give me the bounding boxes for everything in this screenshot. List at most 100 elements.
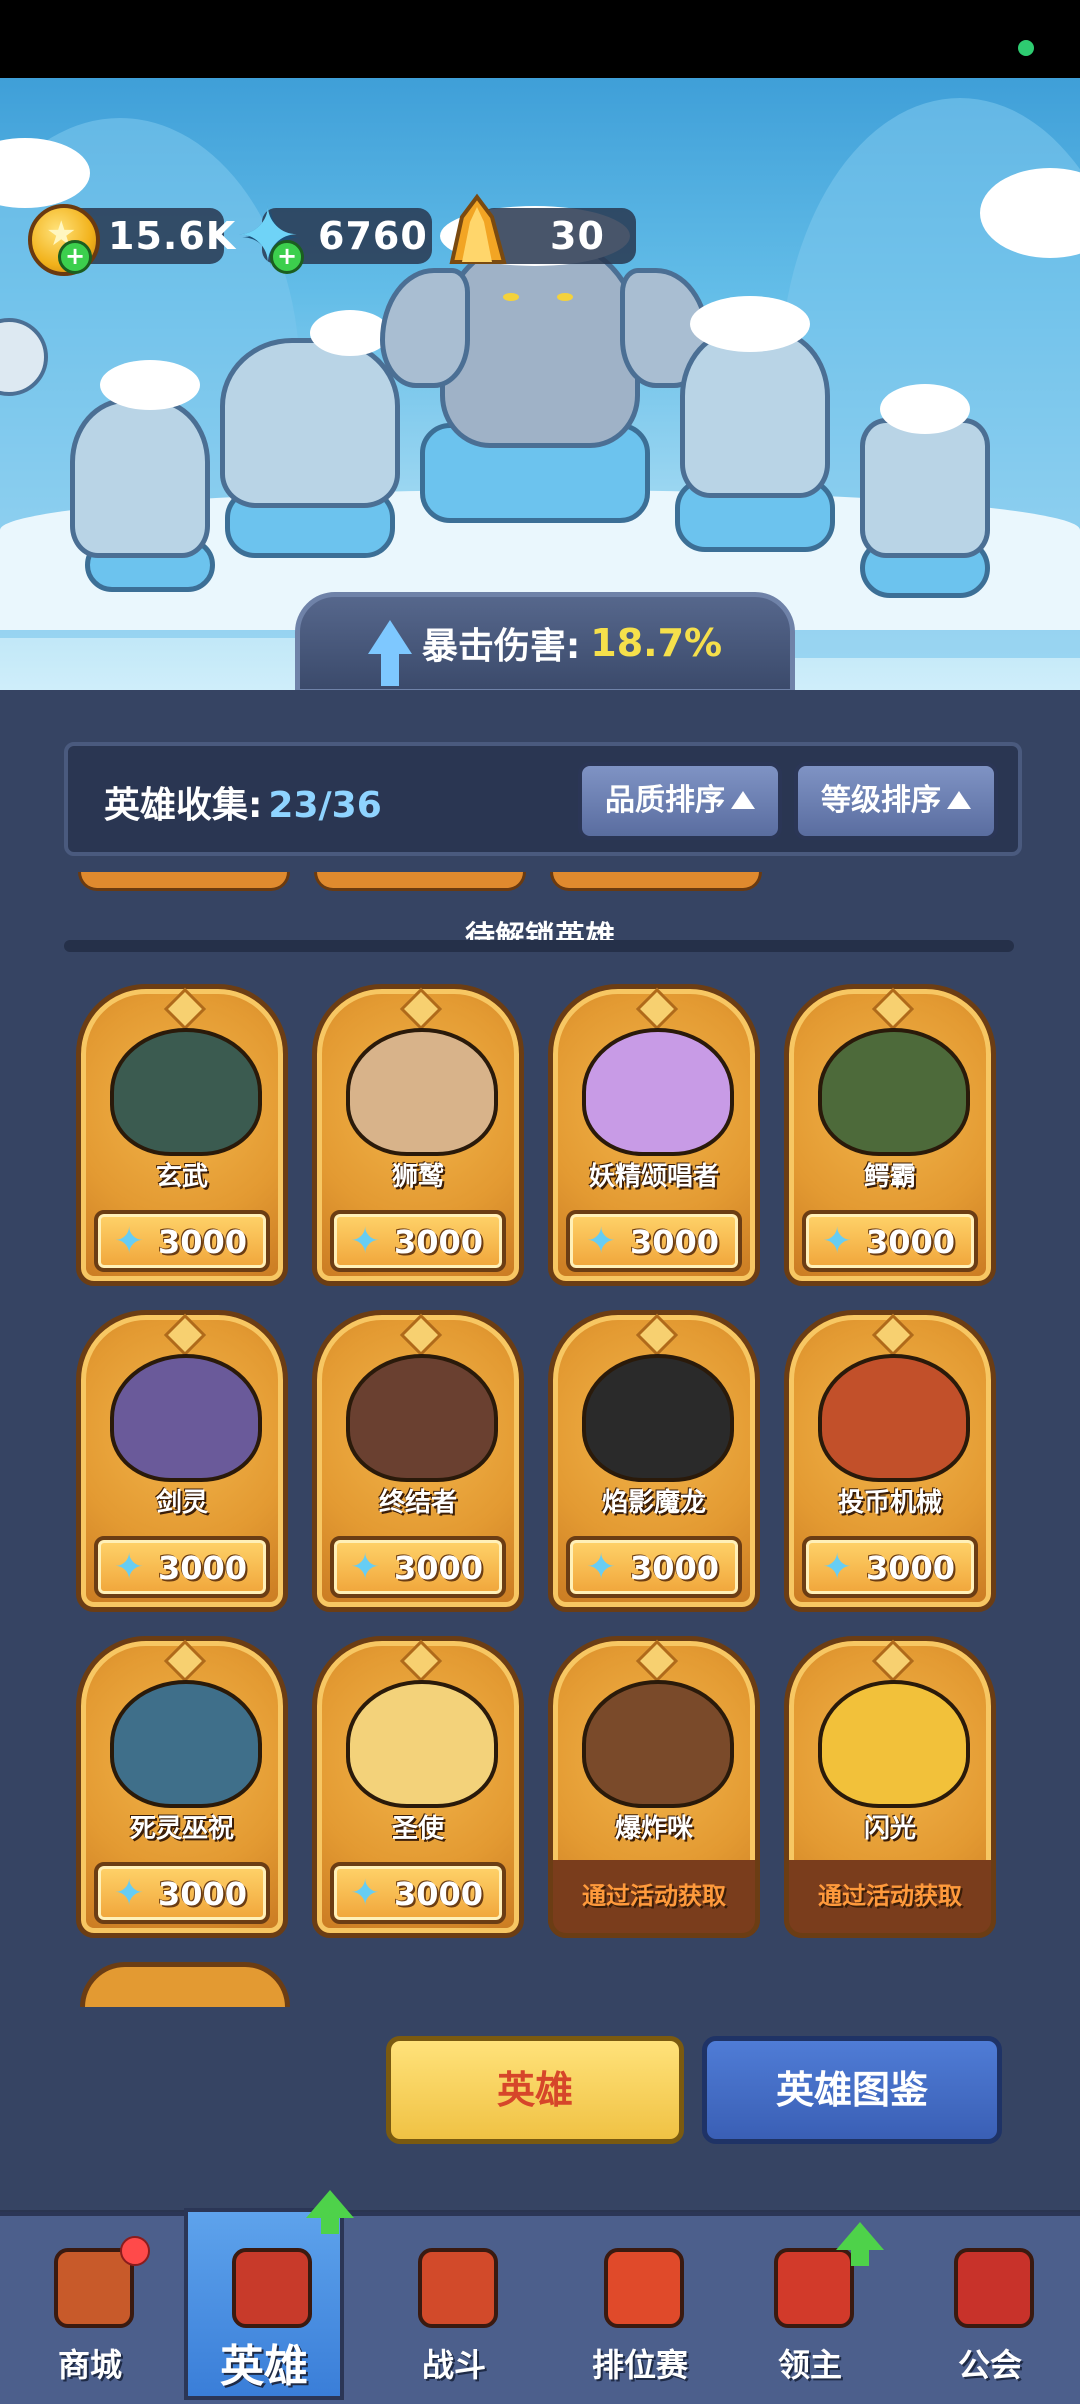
blue-gem-icon: ✦ <box>822 1221 853 1262</box>
hero-portrait <box>346 1354 498 1482</box>
unlock-price-button[interactable]: ✦ 3000 <box>94 1536 270 1598</box>
hero-name: 投币机械 <box>837 1488 942 1518</box>
collection-count: 23/36 <box>268 785 382 826</box>
notification-dot <box>120 2236 150 2266</box>
event-obtain-note: 通过活动获取 <box>582 1882 726 1910</box>
hero-name: 妖精颂唱者 <box>588 1162 719 1192</box>
hero-name: 鳄霸 <box>863 1162 916 1192</box>
section-divider <box>64 940 1014 952</box>
hero-card[interactable]: 圣使 ✦ 3000 <box>312 1636 524 1938</box>
unlock-price-button[interactable]: ✦ 3000 <box>566 1536 742 1598</box>
unlock-price: 3000 <box>630 1549 720 1587</box>
hero-name: 终结者 <box>378 1488 457 1518</box>
unlock-price-button[interactable]: ✦ 3000 <box>330 1862 506 1924</box>
blue-gem-icon: ✦ <box>586 1547 617 1588</box>
hero-codex-button[interactable]: 英雄图鉴 <box>702 2036 1002 2144</box>
gem-amount: 6760 <box>318 214 428 258</box>
hero-card[interactable]: 投币机械 ✦ 3000 <box>784 1310 996 1612</box>
triangle-up-icon <box>947 790 971 809</box>
crit-damage-value: 18.7% <box>590 621 723 665</box>
hero-name: 圣使 <box>391 1814 444 1844</box>
nav-label: 英雄 <box>220 2341 308 2392</box>
blue-gem-icon: ✦ <box>822 1547 853 1588</box>
nav-label: 商城 <box>57 2346 122 2384</box>
hero-portrait <box>582 1028 734 1156</box>
hero-card[interactable]: 闪光 通过活动获取 <box>784 1636 996 1938</box>
hero-portrait <box>346 1028 498 1156</box>
guild-hall-icon <box>954 2248 1034 2328</box>
hero-name: 剑灵 <box>155 1488 208 1518</box>
event-obtain-note: 通过活动获取 <box>818 1882 962 1910</box>
hero-portrait <box>582 1680 734 1808</box>
hero-portrait <box>110 1028 262 1156</box>
unlock-price: 3000 <box>158 1223 248 1261</box>
upgrade-available-icon <box>306 2190 354 2234</box>
hero-card[interactable]: 玄武 ✦ 3000 <box>76 984 288 1286</box>
unlock-price-button[interactable]: ✦ 3000 <box>330 1210 506 1272</box>
collection-bar: 英雄收集: 23/36 品质排序 等级排序 <box>64 742 1022 856</box>
hero-portrait <box>818 1028 970 1156</box>
status-bar <box>0 0 1080 78</box>
battle-rocket-icon <box>418 2248 498 2328</box>
hero-tab-button[interactable]: 英雄 <box>386 2036 684 2144</box>
unlock-price: 3000 <box>630 1223 720 1261</box>
hero-card[interactable]: 爆炸咪 通过活动获取 <box>548 1636 760 1938</box>
statue-robot <box>860 418 990 558</box>
nav-item-6[interactable]: 公会 <box>910 2212 1070 2400</box>
hero-name: 死灵巫祝 <box>129 1814 234 1844</box>
sort-quality-button[interactable]: 品质排序 <box>578 762 782 840</box>
hero-name: 狮鹫 <box>391 1162 444 1192</box>
unlock-price: 3000 <box>394 1549 484 1587</box>
blue-gem-icon: ✦ <box>350 1547 381 1588</box>
hero-card[interactable]: 死灵巫祝 ✦ 3000 <box>76 1636 288 1938</box>
hero-portrait <box>110 1680 262 1808</box>
unlock-price-button[interactable]: ✦ 3000 <box>802 1210 978 1272</box>
crit-damage-plate: 暴击伤害: 18.7% <box>295 592 795 694</box>
nav-label: 排位赛 <box>591 2346 688 2384</box>
hero-portrait <box>110 1354 262 1482</box>
unlock-price-button[interactable]: ✦ 3000 <box>566 1210 742 1272</box>
nav-label: 公会 <box>957 2346 1022 2384</box>
blue-gem-icon: ✦ <box>114 1873 145 1914</box>
upgrade-available-icon <box>836 2222 884 2266</box>
unlock-price-button[interactable]: ✦ 3000 <box>94 1210 270 1272</box>
hero-name: 闪光 <box>863 1814 916 1844</box>
add-gem-icon[interactable]: + <box>270 240 304 274</box>
nav-item-2[interactable]: 英雄 <box>184 2208 344 2400</box>
hero-portrait <box>818 1354 970 1482</box>
next-row-card-edge <box>80 1962 290 2007</box>
hero-card[interactable]: 剑灵 ✦ 3000 <box>76 1310 288 1612</box>
nav-label: 领主 <box>777 2346 842 2384</box>
statue-griffin <box>220 338 400 508</box>
scrolled-card-edge <box>314 872 526 891</box>
collection-label: 英雄收集: 23/36 <box>104 785 382 826</box>
ranked-knot-icon <box>604 2248 684 2328</box>
unlock-price: 3000 <box>394 1875 484 1913</box>
statue-hooded <box>680 328 830 498</box>
hero-name: 爆炸咪 <box>614 1814 693 1844</box>
hero-card-icon <box>232 2248 312 2328</box>
unlock-price-button[interactable]: ✦ 3000 <box>330 1536 506 1598</box>
unlock-price: 3000 <box>866 1223 956 1261</box>
arrow-up-icon <box>367 620 412 686</box>
status-indicator-dot <box>1018 40 1034 56</box>
crystal-amount: 30 <box>550 214 605 258</box>
unlock-price: 3000 <box>158 1875 248 1913</box>
add-gold-icon[interactable]: + <box>58 240 92 274</box>
hero-card[interactable]: 焰影魔龙 ✦ 3000 <box>548 1310 760 1612</box>
hero-card[interactable]: 终结者 ✦ 3000 <box>312 1310 524 1612</box>
hero-card[interactable]: 鳄霸 ✦ 3000 <box>784 984 996 1286</box>
sort-level-button[interactable]: 等级排序 <box>794 762 998 840</box>
nav-item-4[interactable]: 排位赛 <box>560 2212 720 2400</box>
hero-card[interactable]: 妖精颂唱者 ✦ 3000 <box>548 984 760 1286</box>
hero-portrait <box>346 1680 498 1808</box>
gold-crystal-icon <box>449 193 507 264</box>
triangle-up-icon <box>731 790 755 809</box>
nav-item-3[interactable]: 战斗 <box>374 2212 534 2400</box>
hero-card[interactable]: 狮鹫 ✦ 3000 <box>312 984 524 1286</box>
unlock-price-button[interactable]: ✦ 3000 <box>94 1862 270 1924</box>
blue-gem-icon: ✦ <box>114 1221 145 1262</box>
hero-portrait <box>818 1680 970 1808</box>
unlock-price-button[interactable]: ✦ 3000 <box>802 1536 978 1598</box>
hero-portrait <box>582 1354 734 1482</box>
